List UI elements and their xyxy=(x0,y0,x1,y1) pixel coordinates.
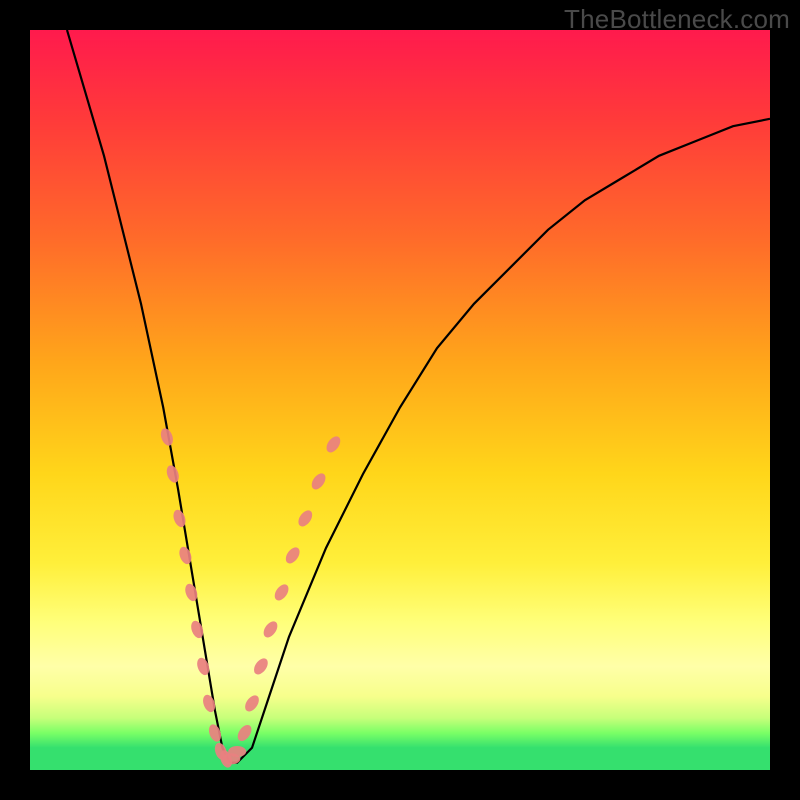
highlight-dot xyxy=(228,746,246,757)
highlight-dot xyxy=(283,545,302,566)
highlight-dot xyxy=(261,619,280,640)
curve-path-group xyxy=(67,30,770,763)
highlight-dot xyxy=(309,471,328,492)
highlight-dot xyxy=(324,434,343,455)
highlight-dot xyxy=(235,722,254,743)
watermark-label: TheBottleneck.com xyxy=(564,4,790,35)
chart-svg xyxy=(30,30,770,770)
highlight-dot xyxy=(272,582,291,603)
bottleneck-curve xyxy=(67,30,770,763)
highlight-dot xyxy=(159,427,175,448)
highlight-dot xyxy=(242,693,261,714)
highlight-dot xyxy=(296,508,315,529)
chart-plot-area xyxy=(30,30,770,770)
highlight-dot xyxy=(165,464,181,485)
chart-frame: TheBottleneck.com xyxy=(0,0,800,800)
highlight-dot xyxy=(251,656,270,677)
highlight-dot xyxy=(171,508,187,529)
highlight-dots-group xyxy=(159,427,343,770)
